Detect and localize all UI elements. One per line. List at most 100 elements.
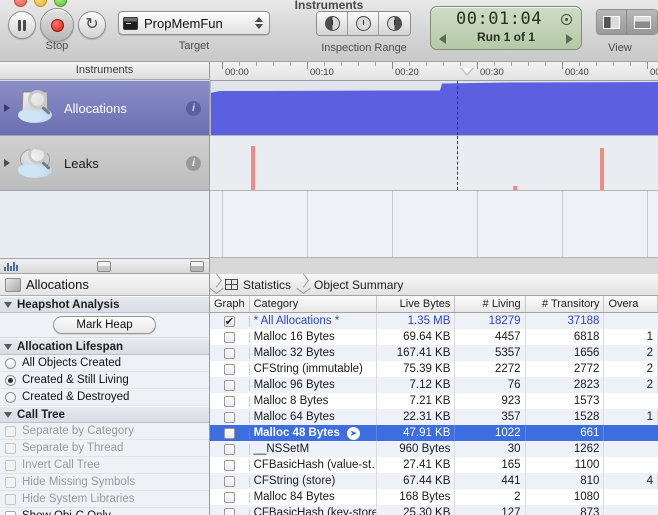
timer-settings-icon[interactable]: [561, 14, 572, 25]
row-category-cell: CFBasicHash (value-st…: [250, 457, 378, 473]
option-created-still-living[interactable]: Created & Still Living: [0, 372, 209, 389]
next-run-button[interactable]: [566, 34, 573, 44]
disclosure-triangle-icon[interactable]: [0, 154, 14, 172]
breadcrumb-separator-icon: [297, 274, 308, 296]
checkbox-icon[interactable]: [224, 444, 235, 455]
table-row[interactable]: Malloc 48 Bytes➤47.91 KB1022661: [210, 425, 658, 441]
record-stop-button[interactable]: [40, 8, 74, 42]
section-heapshot-analysis[interactable]: Heapshot Analysis: [0, 296, 209, 313]
option-separate-by-category: Separate by Category: [0, 423, 209, 440]
column-header-live-bytes[interactable]: Live Bytes: [377, 296, 455, 312]
toggle-left-pane-button[interactable]: [597, 10, 627, 34]
track-empty-area[interactable]: [210, 191, 658, 258]
detail-view-icon[interactable]: [190, 261, 204, 272]
checkbox-icon[interactable]: [224, 428, 235, 439]
table-row[interactable]: CFBasicHash (key-store)25.30 KB127873: [210, 505, 658, 515]
target-popup-button[interactable]: PropMemFun: [118, 11, 270, 35]
loop-button[interactable]: ↻: [78, 11, 106, 39]
option-show-objc-only[interactable]: Show Obj-C Only: [0, 508, 209, 515]
table-row[interactable]: Malloc 96 Bytes7.12 KB7628232: [210, 377, 658, 393]
split-view-icon[interactable]: [97, 261, 111, 272]
histogram-icon[interactable]: [4, 262, 18, 271]
close-button[interactable]: [14, 0, 27, 7]
toggle-bottom-pane-button[interactable]: [627, 10, 657, 34]
checkbox-icon[interactable]: [5, 511, 16, 515]
row-category-label: Malloc 8 Bytes: [254, 393, 329, 409]
ruler-minor-tick: [460, 62, 461, 66]
ruler-tick: [562, 62, 563, 69]
table-row[interactable]: Malloc 64 Bytes22.31 KB35715281: [210, 409, 658, 425]
track-gridline: [392, 191, 393, 257]
table-row[interactable]: Malloc 32 Bytes167.41 KB535716562: [210, 345, 658, 361]
inspection-range-end-button[interactable]: [379, 12, 410, 35]
section-call-tree[interactable]: Call Tree: [0, 406, 209, 423]
checkbox-icon[interactable]: [224, 396, 235, 407]
table-row[interactable]: CFBasicHash (value-st…27.41 KB1651100: [210, 457, 658, 473]
row-transitory-cell: 810: [526, 473, 605, 489]
checkbox-icon[interactable]: [224, 412, 235, 423]
breadcrumb-object-summary[interactable]: Object Summary: [314, 278, 403, 292]
track-leaks[interactable]: [210, 136, 658, 191]
row-category-cell: * All Allocations *: [250, 313, 378, 329]
info-icon[interactable]: i: [186, 156, 201, 171]
previous-run-button[interactable]: [439, 34, 446, 44]
table-row[interactable]: Malloc 16 Bytes69.64 KB445768181: [210, 329, 658, 345]
inspector-title: Allocations: [0, 274, 209, 296]
run-counter: Run 1 of 1: [431, 30, 581, 44]
checkbox-icon: [5, 426, 16, 437]
column-header-transitory[interactable]: # Transitory: [526, 296, 605, 312]
checkbox-icon[interactable]: [224, 332, 235, 343]
instrument-row-leaks[interactable]: Leaks i: [0, 136, 209, 191]
instrument-row-allocations[interactable]: Allocations i: [0, 81, 209, 136]
timeline-ruler[interactable]: 00:0000:1000:2000:3000:4000:50: [210, 62, 658, 81]
breadcrumb-statistics[interactable]: Statistics: [243, 278, 291, 292]
playhead-marker[interactable]: [460, 68, 474, 76]
checkbox-checked-icon[interactable]: [224, 316, 235, 327]
table-row[interactable]: CFString (immutable)75.39 KB227227722: [210, 361, 658, 377]
row-graph-cell: [210, 444, 250, 455]
inspection-range-start-button[interactable]: [317, 12, 348, 35]
row-graph-cell: [210, 364, 250, 375]
checkbox-icon[interactable]: [224, 380, 235, 391]
checkbox-icon[interactable]: [224, 492, 235, 503]
row-live-bytes-cell: 22.31 KB: [377, 409, 455, 425]
column-header-overall[interactable]: Overa: [604, 296, 658, 312]
column-header-living[interactable]: # Living: [455, 296, 525, 312]
table-row[interactable]: __NSSetM960 Bytes301262: [210, 441, 658, 457]
radio-selected-icon[interactable]: [5, 375, 16, 386]
table-row[interactable]: Malloc 84 Bytes168 Bytes21080: [210, 489, 658, 505]
zoom-button[interactable]: [54, 0, 67, 7]
checkbox-icon[interactable]: [224, 364, 235, 375]
checkbox-icon[interactable]: [224, 348, 235, 359]
row-overall-cell: 2: [604, 345, 658, 361]
instruments-header: Instruments: [0, 62, 210, 80]
option-created-destroyed[interactable]: Created & Destroyed: [0, 389, 209, 406]
disclosure-triangle-icon[interactable]: [0, 99, 14, 117]
ruler-minor-tick: [256, 62, 257, 66]
focus-arrow-icon[interactable]: ➤: [347, 427, 360, 440]
checkbox-icon[interactable]: [224, 460, 235, 471]
checkbox-icon[interactable]: [224, 508, 235, 515]
row-transitory-cell: 1528: [526, 409, 605, 425]
window-traffic-lights: [14, 0, 67, 7]
column-header-graph[interactable]: Graph: [210, 296, 250, 312]
pause-button[interactable]: [8, 11, 36, 39]
track-allocations[interactable]: [210, 81, 658, 136]
row-living-cell: 127: [455, 505, 525, 515]
radio-icon[interactable]: [5, 392, 16, 403]
track-gridline: [562, 191, 563, 257]
inspection-range-full-button[interactable]: [348, 12, 379, 35]
ruler-tick: [477, 62, 478, 69]
table-row[interactable]: * All Allocations *1.35 MB1827937188: [210, 313, 658, 329]
radio-icon[interactable]: [5, 358, 16, 369]
mark-heap-button[interactable]: Mark Heap: [53, 316, 155, 334]
checkbox-icon[interactable]: [224, 476, 235, 487]
info-icon[interactable]: i: [186, 101, 201, 116]
column-header-category[interactable]: Category: [250, 296, 378, 312]
minimize-button[interactable]: [34, 0, 47, 7]
table-row[interactable]: CFString (store)67.44 KB4418104: [210, 473, 658, 489]
option-all-objects-created[interactable]: All Objects Created: [0, 355, 209, 372]
section-allocation-lifespan[interactable]: Allocation Lifespan: [0, 338, 209, 355]
track-gridline: [647, 191, 648, 257]
table-row[interactable]: Malloc 8 Bytes7.21 KB9231573: [210, 393, 658, 409]
